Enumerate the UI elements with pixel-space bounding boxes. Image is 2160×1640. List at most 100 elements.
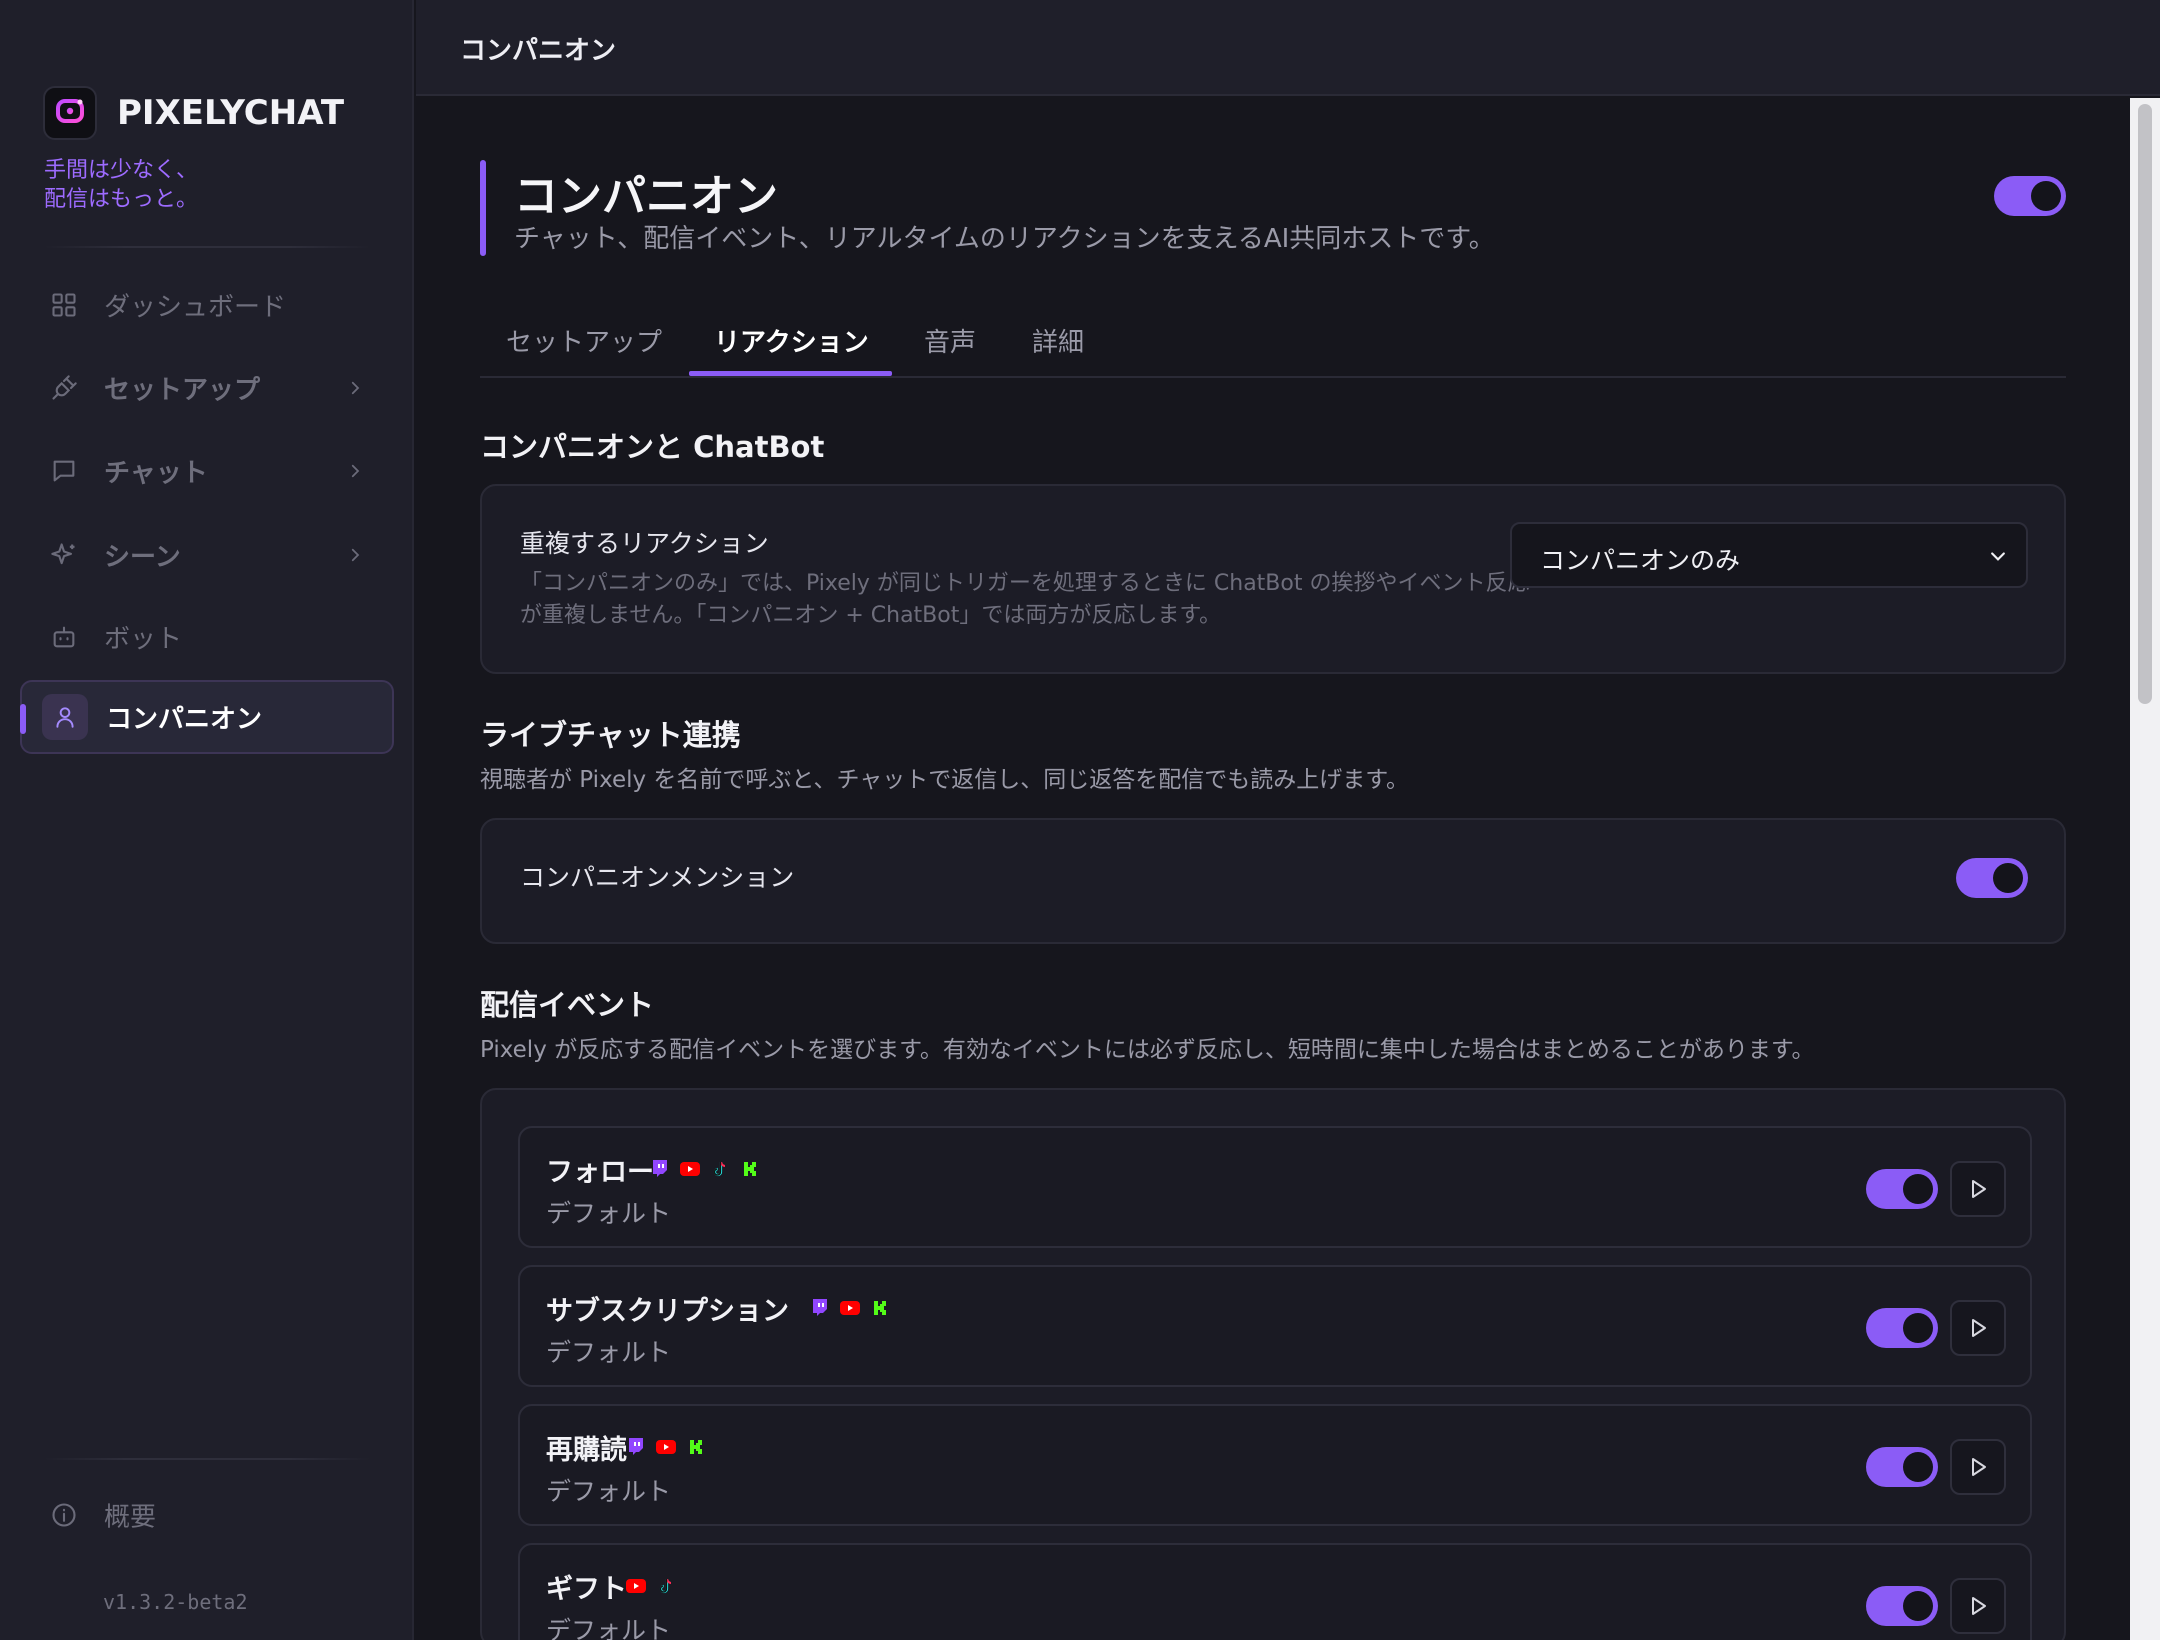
event-name: 再購読 <box>546 1435 627 1466</box>
sidebar-item-label: コンパニオン <box>106 704 263 735</box>
tagline-line-2: 配信はもっと。 <box>44 187 199 212</box>
event-subscription-play-button[interactable] <box>1950 1300 2006 1356</box>
toggle-knob <box>1903 1452 1933 1482</box>
kick-icon <box>740 1160 760 1178</box>
sidebar-item-setup[interactable]: セットアップ <box>20 351 394 425</box>
sidebar-item-chat[interactable]: チャット <box>20 434 394 508</box>
sidebar-item-label: ダッシュボード <box>104 292 287 323</box>
youtube-icon <box>626 1577 646 1595</box>
event-follow-play-button[interactable] <box>1950 1161 2006 1217</box>
kick-icon <box>870 1299 890 1317</box>
event-subtitle: デフォルト <box>546 1477 672 1506</box>
companion-mention-toggle[interactable] <box>1956 858 2028 898</box>
event-name: ギフト <box>546 1574 627 1605</box>
toggle-knob <box>1903 1591 1933 1621</box>
event-subtitle: デフォルト <box>546 1338 672 1367</box>
event-resub-toggle[interactable] <box>1866 1447 1938 1487</box>
companion-mention-label: コンパニオンメンション <box>520 863 795 892</box>
brand[interactable]: PIXELYCHAT <box>43 86 344 140</box>
duplicate-reactions-card: 重複するリアクション 「コンパニオンのみ」では、Pixely が同じトリガーを処… <box>480 484 2066 674</box>
duplicate-reactions-help: 「コンパニオンのみ」では、Pixely が同じトリガーを処理するときに Chat… <box>520 571 1530 628</box>
sidebar-item-scenes[interactable]: シーン <box>20 518 394 592</box>
sidebar-item-label: シーン <box>104 542 181 573</box>
robot-icon <box>53 626 75 648</box>
youtube-icon <box>656 1438 676 1456</box>
event-platforms <box>626 1577 676 1595</box>
chevron-down-icon <box>1991 552 2005 561</box>
page-title: コンパニオン <box>514 171 778 222</box>
event-platforms <box>626 1438 706 1456</box>
top-bar: コンパニオン <box>416 0 2160 96</box>
page-header: コンパニオン チャット、配信イベント、リアルタイムのリアクションを支えるAI共同… <box>480 160 2066 256</box>
tab-reactions[interactable]: リアクション <box>714 322 869 359</box>
youtube-icon <box>840 1299 860 1317</box>
companion-mention-card: コンパニオンメンション <box>480 818 2066 944</box>
duplicate-reactions-label: 重複するリアクション <box>520 529 769 558</box>
play-icon <box>1972 1319 1986 1337</box>
section-desc-live-chat: 視聴者が Pixely を名前で呼ぶと、チャットで返信し、同じ返答を配信でも読み… <box>480 767 1409 793</box>
chevron-right-icon <box>351 464 360 478</box>
sidebar-item-label: チャット <box>104 458 208 489</box>
event-row-subscription: サブスクリプション デフォルト <box>518 1265 2032 1387</box>
chevron-right-icon <box>351 381 360 395</box>
header-accent-bar <box>480 160 486 256</box>
duplicate-reactions-select[interactable]: コンパニオンのみ <box>1510 522 2028 588</box>
sidebar-item-label: 概要 <box>104 1502 157 1533</box>
event-gift-toggle[interactable] <box>1866 1586 1938 1626</box>
sparkle-icon <box>51 543 75 565</box>
event-subtitle: デフォルト <box>546 1616 672 1640</box>
app-logo-icon <box>43 86 97 140</box>
sidebar-item-label: ボット <box>104 624 183 655</box>
event-gift-play-button[interactable] <box>1950 1578 2006 1634</box>
twitch-icon <box>650 1160 670 1178</box>
grid-icon <box>52 293 76 317</box>
sidebar: PIXELYCHAT 手間は少なく、 配信はもっと。 ダッシュボード セットアッ… <box>0 0 414 1640</box>
stream-events-card: フォロー デフォルト サブスクリプション デフォルト 再購読 デフォルト ギフト… <box>480 1088 2066 1640</box>
sidebar-item-dashboard[interactable]: ダッシュボード <box>20 268 394 342</box>
page-subtitle: チャット、配信イベント、リアルタイムのリアクションを支えるAI共同ホストです。 <box>514 224 1495 254</box>
toggle-knob <box>1903 1313 1933 1343</box>
chevron-right-icon <box>351 548 360 562</box>
event-row-gift: ギフト デフォルト <box>518 1543 2032 1640</box>
tagline-line-1: 手間は少なく、 <box>44 158 199 183</box>
event-name: フォロー <box>546 1157 654 1188</box>
tiktok-icon <box>656 1577 676 1595</box>
app-name: PIXELYCHAT <box>117 93 345 133</box>
toggle-knob <box>1993 863 2023 893</box>
companion-enable-toggle[interactable] <box>1994 176 2066 216</box>
event-row-resub: 再購読 デフォルト <box>518 1404 2032 1526</box>
tab-setup[interactable]: セットアップ <box>506 322 662 359</box>
event-follow-toggle[interactable] <box>1866 1169 1938 1209</box>
sidebar-item-companion[interactable]: コンパニオン <box>20 680 394 754</box>
sidebar-divider-bottom <box>44 1458 370 1460</box>
top-bar-title: コンパニオン <box>460 36 617 66</box>
app-version: v1.3.2-beta2 <box>103 1590 248 1614</box>
event-platforms <box>810 1299 890 1317</box>
kick-icon <box>686 1438 706 1456</box>
toggle-knob <box>1903 1174 1933 1204</box>
event-resub-play-button[interactable] <box>1950 1439 2006 1495</box>
section-desc-stream-events: Pixely が反応する配信イベントを選びます。有効なイベントには必ず反応し、短… <box>480 1037 1815 1063</box>
play-icon <box>1972 1458 1986 1476</box>
tiktok-icon <box>710 1160 730 1178</box>
section-title-stream-events: 配信イベント <box>480 988 655 1022</box>
info-icon <box>52 1503 76 1527</box>
sidebar-item-about[interactable]: 概要 <box>20 1478 394 1552</box>
event-name: サブスクリプション <box>546 1296 789 1327</box>
section-title-companion-chatbot: コンパニオンと ChatBot <box>480 430 825 464</box>
twitch-icon <box>810 1299 830 1317</box>
sidebar-divider-top <box>44 246 370 248</box>
tab-voice[interactable]: 音声 <box>924 322 976 359</box>
user-icon <box>42 694 88 740</box>
scrollbar-thumb[interactable] <box>2138 104 2152 704</box>
twitch-icon <box>626 1438 646 1456</box>
sidebar-item-label: セットアップ <box>104 375 261 406</box>
tab-bar: セットアップ リアクション 音声 詳細 <box>480 316 2066 378</box>
event-subtitle: デフォルト <box>546 1199 672 1228</box>
tab-advanced[interactable]: 詳細 <box>1032 322 1084 359</box>
sidebar-item-bot[interactable]: ボット <box>20 600 394 674</box>
app-tagline: 手間は少なく、 配信はもっと。 <box>44 156 198 214</box>
event-subscription-toggle[interactable] <box>1866 1308 1938 1348</box>
plug-icon <box>52 375 77 400</box>
active-tab-indicator <box>689 371 892 376</box>
